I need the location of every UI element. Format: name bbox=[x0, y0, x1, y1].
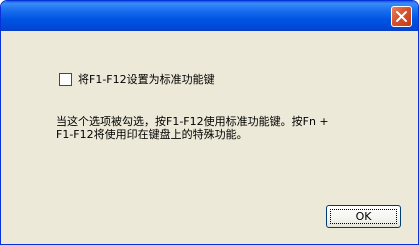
description-line-2: F1-F12将使用印在键盘上的特殊功能。 bbox=[56, 128, 248, 141]
description-text: 当这个选项被勾选，按F1-F12使用标准功能键。按Fn + F1-F12将使用印… bbox=[56, 115, 376, 141]
dialog-body: 将F1-F12设置为标准功能键 当这个选项被勾选，按F1-F12使用标准功能键。… bbox=[4, 31, 415, 241]
ok-button-label: OK bbox=[355, 210, 372, 223]
standard-function-keys-checkbox[interactable] bbox=[59, 72, 72, 86]
ok-button[interactable]: OK bbox=[326, 205, 401, 228]
dialog-window: 将F1-F12设置为标准功能键 当这个选项被勾选，按F1-F12使用标准功能键。… bbox=[0, 0, 419, 245]
close-icon bbox=[396, 11, 407, 22]
standard-function-keys-option[interactable]: 将F1-F12设置为标准功能键 bbox=[59, 72, 215, 86]
title-bar[interactable] bbox=[1, 1, 418, 31]
description-line-1: 当这个选项被勾选，按F1-F12使用标准功能键。按Fn + bbox=[56, 115, 329, 128]
close-button[interactable] bbox=[391, 6, 412, 27]
checkbox-label: 将F1-F12设置为标准功能键 bbox=[78, 72, 215, 86]
